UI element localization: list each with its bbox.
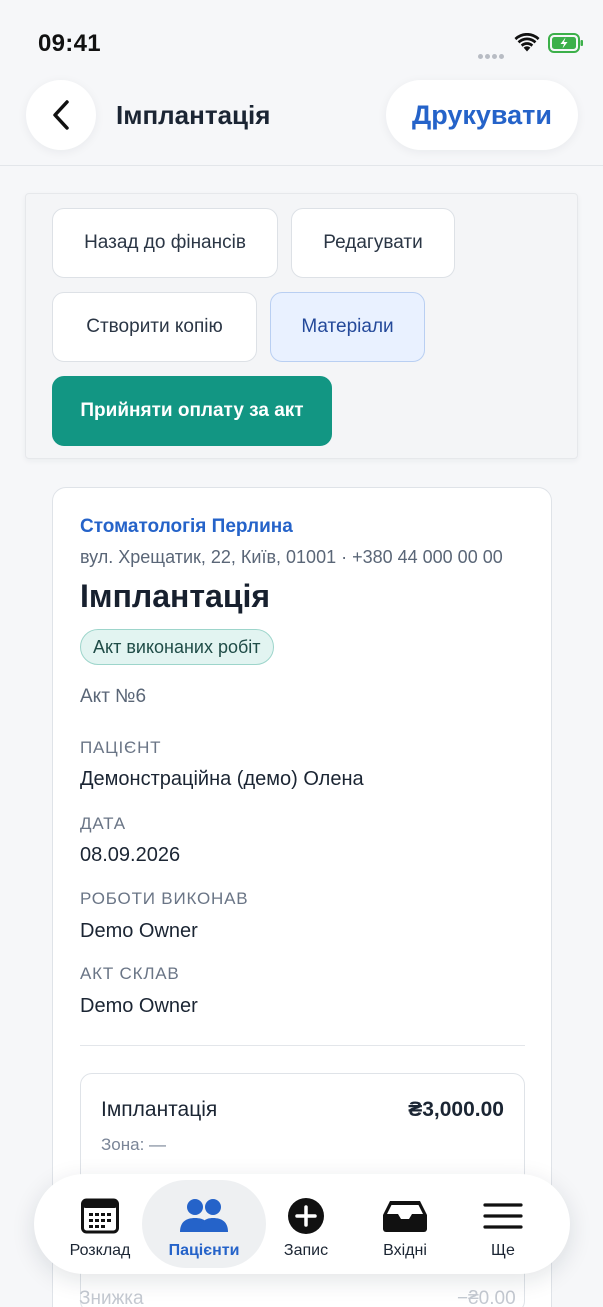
back-button[interactable]: [26, 80, 96, 150]
wifi-icon: [514, 33, 540, 52]
calendar-icon: [81, 1198, 119, 1234]
discount-value: −₴0.00: [457, 1288, 516, 1307]
create-copy-button[interactable]: Створити копію: [52, 292, 257, 362]
tab-inbox[interactable]: Вхідні: [360, 1180, 450, 1268]
service-zone: Зона: —: [101, 1135, 167, 1154]
patient-value: Демонстраційна (демо) Олена: [80, 768, 364, 790]
nav-header: Імплантація Друкувати: [0, 80, 603, 166]
performed-by-label: РОБОТИ ВИКОНАВ: [80, 889, 249, 908]
composed-by-value: Demo Owner: [80, 995, 198, 1017]
tab-label: Розклад: [69, 1242, 131, 1259]
patient-label: ПАЦІЄНТ: [80, 738, 162, 757]
inbox-icon: [383, 1201, 427, 1232]
date-label: ДАТА: [80, 814, 126, 833]
tab-more[interactable]: Ще: [464, 1180, 542, 1268]
status-bar: 09:41: [0, 0, 603, 80]
service-name: Імплантація: [101, 1098, 218, 1121]
tab-schedule[interactable]: Розклад: [56, 1180, 144, 1268]
discount-label: Знижка: [79, 1288, 144, 1307]
tab-label: Вхідні: [383, 1242, 427, 1259]
act-number: Акт №6: [80, 686, 147, 707]
clinic-address: вул. Хрещатик, 22, Київ, 01001 · +380 44…: [80, 547, 503, 567]
composed-by-label: АКТ СКЛАВ: [80, 964, 180, 983]
performed-by-value: Demo Owner: [80, 920, 198, 942]
tab-label: Пацієнти: [168, 1242, 240, 1259]
divider: [80, 1045, 525, 1046]
signal-icon: [478, 46, 508, 59]
print-button[interactable]: Друкувати: [386, 80, 578, 150]
materials-button[interactable]: Матеріали: [270, 292, 425, 362]
back-to-finance-button[interactable]: Назад до фінансів: [52, 208, 278, 278]
document-type-badge: Акт виконаних робіт: [80, 629, 274, 665]
actions-panel: Назад до фінансів Редагувати Створити ко…: [25, 193, 578, 459]
page-title: Імплантація: [116, 100, 271, 130]
document-title: Імплантація: [80, 578, 271, 614]
tab-label: Запис: [283, 1242, 329, 1259]
status-time: 09:41: [38, 30, 101, 57]
edit-button[interactable]: Редагувати: [291, 208, 455, 278]
chevron-left-icon: [53, 100, 69, 130]
tab-label: Ще: [491, 1242, 515, 1259]
date-value: 08.09.2026: [80, 844, 181, 866]
battery-icon: [548, 33, 583, 53]
plus-circle-icon: [288, 1198, 324, 1234]
tab-new-appointment[interactable]: Запис: [266, 1180, 346, 1268]
users-icon: [180, 1199, 228, 1232]
menu-icon: [483, 1203, 523, 1229]
accept-payment-button[interactable]: Прийняти оплату за акт: [52, 376, 332, 446]
clinic-name: Стоматологія Перлина: [80, 516, 293, 537]
bottom-tab-bar: Розклад Пацієнти Запис Вхідні Ще: [34, 1174, 570, 1274]
tab-patients[interactable]: Пацієнти: [142, 1180, 266, 1268]
service-price: ₴3,000.00: [408, 1098, 504, 1121]
